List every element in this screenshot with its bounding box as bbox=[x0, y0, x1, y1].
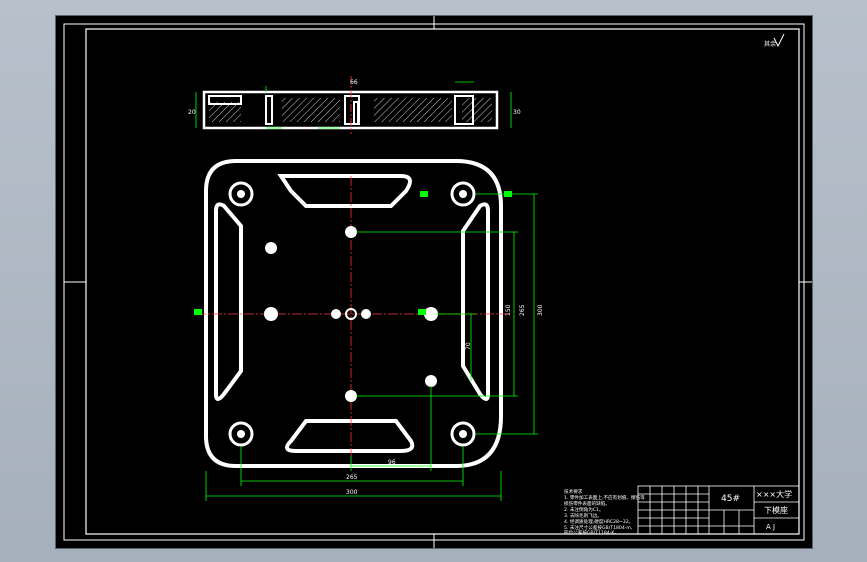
dim-bottom-overall: 300 bbox=[346, 489, 358, 496]
tech-line-1: 1. 零件加工表面上,不应有划痕、擦伤等 bbox=[564, 494, 645, 501]
dim-bottom-mid: 265 bbox=[346, 474, 358, 481]
side-view: 66 20 30 bbox=[188, 76, 521, 134]
tech-line-4: 3. 去除毛刺飞边。 bbox=[564, 512, 602, 519]
dim-right-1: 150 bbox=[505, 304, 512, 316]
tech-line-5: 4. 经调质处理,硬度HRC28~32。 bbox=[564, 518, 633, 525]
roughness-symbol: 其余 bbox=[764, 33, 785, 48]
centering-marks bbox=[64, 16, 812, 548]
title-material: 45# bbox=[721, 494, 740, 504]
roughness-label: 其余 bbox=[764, 40, 776, 48]
tech-requirements: 技术要求 1. 零件加工表面上,不应有划痕、擦伤等 损伤零件表面的缺陷。 2. … bbox=[564, 488, 645, 536]
tech-line-6: 5. 未注尺寸公差按GB/T1804-m, bbox=[564, 524, 633, 531]
cad-viewport[interactable]: 其余 66 20 30 96 265 300 150 265 300 70 技术… bbox=[55, 15, 813, 549]
title-school: ×××大学 bbox=[756, 489, 792, 499]
dim-right-small: 70 bbox=[465, 342, 472, 350]
side-right-dim: 30 bbox=[513, 109, 521, 116]
side-top-dim: 66 bbox=[350, 79, 358, 86]
dim-right-3: 300 bbox=[537, 304, 544, 316]
plan-view: 96 265 300 150 265 300 70 bbox=[194, 159, 544, 501]
tech-line-3: 2. 未注倒角为C1。 bbox=[564, 506, 604, 513]
dim-bottom-inner: 96 bbox=[388, 459, 396, 466]
title-sheet: A J bbox=[766, 523, 775, 531]
drawing-canvas: 其余 66 20 30 96 265 300 150 265 300 70 技术… bbox=[63, 16, 812, 548]
dim-right-2: 265 bbox=[519, 304, 526, 316]
tech-line-2: 损伤零件表面的缺陷。 bbox=[564, 500, 610, 507]
side-left-dim: 20 bbox=[188, 109, 196, 116]
tech-line-7: 形位公差按GB/T1184-K。 bbox=[564, 529, 619, 536]
tech-line-0: 技术要求 bbox=[564, 488, 583, 495]
title-part-name: 下模座 bbox=[764, 505, 788, 515]
